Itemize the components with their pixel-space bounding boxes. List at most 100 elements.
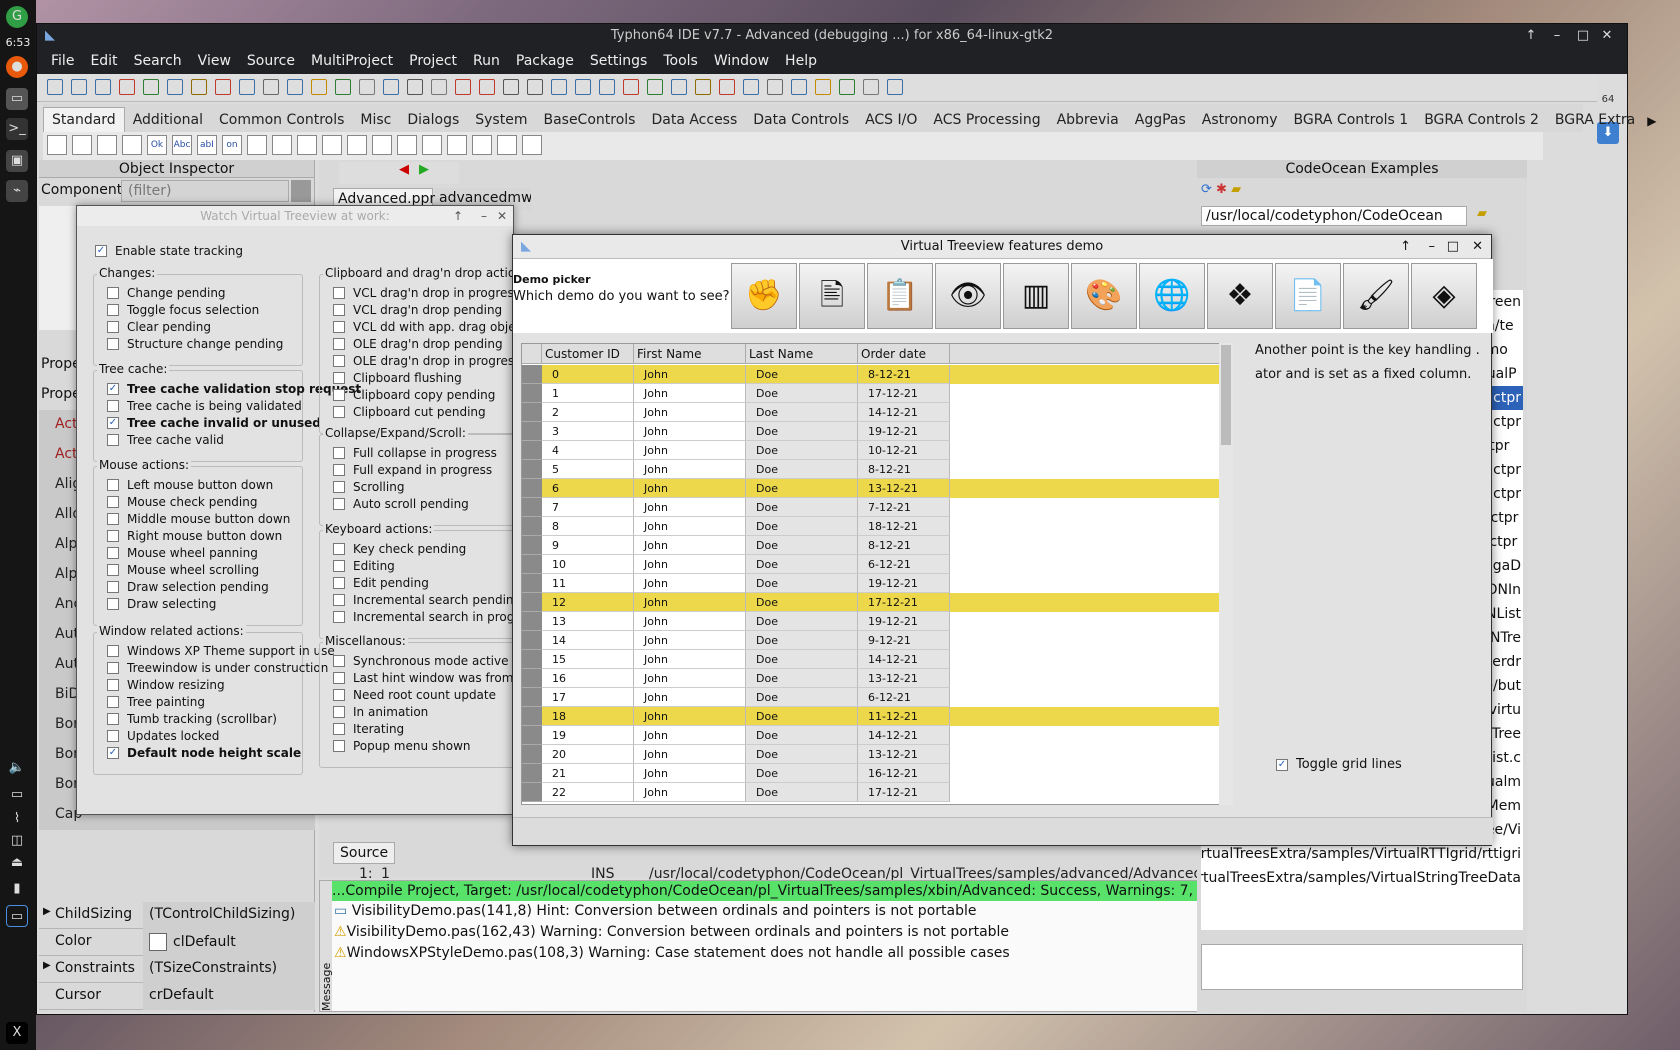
table-cell[interactable]: Doe xyxy=(746,460,858,479)
table-cell[interactable]: John xyxy=(634,422,746,441)
watch-state-checkbox[interactable]: Iterating xyxy=(333,722,404,736)
table-row[interactable]: 5 John Doe 8-12-21 xyxy=(522,460,1222,479)
menu-run[interactable]: Run xyxy=(465,53,508,69)
palette-component-icon[interactable] xyxy=(47,135,67,155)
minimize-icon[interactable]: – xyxy=(1429,235,1436,259)
table-cell[interactable]: 14-12-21 xyxy=(858,403,950,422)
toolbar-button-icon[interactable] xyxy=(287,79,303,95)
watch-state-checkbox[interactable]: Mouse wheel scrolling xyxy=(107,563,259,577)
message-item[interactable]: ⚠VisibilityDemo.pas(162,43) Warning: Con… xyxy=(334,924,1009,940)
checklist-demo-icon[interactable]: 📋 xyxy=(867,263,933,329)
watch-state-checkbox[interactable]: Full expand in progress xyxy=(333,463,492,477)
toolbar-button-icon[interactable] xyxy=(719,79,735,95)
toolbar-button-icon[interactable] xyxy=(599,79,615,95)
palette-component-icon[interactable] xyxy=(272,135,292,155)
checkbox[interactable] xyxy=(107,496,119,508)
volume-icon[interactable]: 🔈 xyxy=(6,757,28,779)
clip-icon[interactable]: ⌇ xyxy=(6,808,28,830)
palette-tab-system[interactable]: System xyxy=(467,108,535,132)
watch-state-checkbox[interactable]: VCL drag'n drop in progress xyxy=(333,286,520,300)
checkbox[interactable] xyxy=(107,645,119,657)
message-item[interactable]: ⚠WindowsXPStyleDemo.pas(108,3) Warning: … xyxy=(334,945,1010,961)
toolbar-button-icon[interactable] xyxy=(671,79,687,95)
table-cell[interactable]: John xyxy=(634,726,746,745)
toolbar-button-icon[interactable] xyxy=(359,79,375,95)
watch-state-checkbox[interactable]: Edit pending xyxy=(333,576,429,590)
table-cell[interactable]: 7-12-21 xyxy=(858,498,950,517)
checkbox[interactable] xyxy=(107,530,119,542)
table-cell[interactable]: John xyxy=(634,593,746,612)
table-cell[interactable]: 8 xyxy=(542,517,634,536)
terminal-icon[interactable]: >_ xyxy=(6,118,28,140)
table-row[interactable]: 18 John Doe 11-12-21 xyxy=(522,707,1222,726)
palette-component-icon[interactable] xyxy=(322,135,342,155)
display-icon[interactable]: ▭ xyxy=(6,784,28,806)
checkbox[interactable] xyxy=(333,655,345,667)
palette-tab-aggpas[interactable]: AggPas xyxy=(1127,108,1194,132)
table-cell[interactable]: Doe xyxy=(746,612,858,631)
watch-state-checkbox[interactable]: Draw selecting xyxy=(107,597,216,611)
toolbar-button-icon[interactable] xyxy=(887,79,903,95)
workspace-icon[interactable]: ▭ xyxy=(6,905,28,927)
table-cell[interactable]: 19-12-21 xyxy=(858,574,950,593)
checkbox[interactable] xyxy=(107,479,119,491)
table-row[interactable]: 6 John Doe 13-12-21 xyxy=(522,479,1222,498)
toolbar-button-icon[interactable] xyxy=(839,79,855,95)
toolbar-button-icon[interactable] xyxy=(239,79,255,95)
folder-icon[interactable]: ▰ xyxy=(1231,182,1241,197)
table-cell[interactable]: John xyxy=(634,612,746,631)
table-row[interactable]: 13 John Doe 19-12-21 xyxy=(522,612,1222,631)
checkbox[interactable] xyxy=(333,481,345,493)
filter-clear-icon[interactable] xyxy=(291,180,311,202)
palette-tab-data-access[interactable]: Data Access xyxy=(643,108,745,132)
toolbar-button-icon[interactable] xyxy=(119,79,135,95)
table-cell[interactable]: 9-12-21 xyxy=(858,631,950,650)
table-cell[interactable]: 16 xyxy=(542,669,634,688)
palette-component-icon[interactable] xyxy=(372,135,392,155)
maximize-icon[interactable]: □ xyxy=(1447,235,1459,259)
checkbox[interactable] xyxy=(107,400,119,412)
minimize-icon[interactable]: – xyxy=(1545,24,1569,48)
table-cell[interactable]: 19 xyxy=(542,726,634,745)
table-cell[interactable]: 17-12-21 xyxy=(858,384,950,403)
palette-tab-common-controls[interactable]: Common Controls xyxy=(211,108,352,132)
watch-state-checkbox[interactable]: Clipboard cut pending xyxy=(333,405,486,419)
battery-icon[interactable]: ▮ xyxy=(6,878,28,900)
palette-component-icon[interactable]: Abc xyxy=(172,135,192,155)
watch-state-checkbox[interactable]: Clipboard copy pending xyxy=(333,388,495,402)
properties-demo-icon[interactable]: 🖹 xyxy=(799,263,865,329)
table-cell[interactable]: Doe xyxy=(746,745,858,764)
checkbox[interactable] xyxy=(333,498,345,510)
table-cell[interactable]: Doe xyxy=(746,536,858,555)
watch-state-checkbox[interactable]: Last hint window was from VT xyxy=(333,671,533,685)
windows-xp-demo-icon[interactable]: ❖ xyxy=(1207,263,1273,329)
watch-state-checkbox[interactable]: VCL dd with app. drag object xyxy=(333,320,527,334)
toolbar-button-icon[interactable] xyxy=(623,79,639,95)
menu-window[interactable]: Window xyxy=(706,53,777,69)
table-row[interactable]: 22 John Doe 17-12-21 xyxy=(522,783,1222,802)
table-row[interactable]: 2 John Doe 14-12-21 xyxy=(522,403,1222,422)
palette-component-icon[interactable] xyxy=(397,135,417,155)
table-cell[interactable]: Doe xyxy=(746,384,858,403)
checkbox[interactable] xyxy=(333,464,345,476)
toolbar-button-icon[interactable] xyxy=(503,79,519,95)
table-cell[interactable]: Doe xyxy=(746,517,858,536)
tools-icon[interactable]: ✱ xyxy=(1216,182,1231,197)
watch-state-checkbox[interactable]: Updates locked xyxy=(107,729,219,743)
palette-tab-dialogs[interactable]: Dialogs xyxy=(399,108,467,132)
watch-state-checkbox[interactable]: OLE drag'n drop in progress xyxy=(333,354,520,368)
toolbar-button-icon[interactable] xyxy=(71,79,87,95)
table-cell[interactable]: John xyxy=(634,384,746,403)
paint-demo-icon[interactable]: 🖌 xyxy=(1343,263,1409,329)
text-demo-icon[interactable]: 📄 xyxy=(1275,263,1341,329)
palette-tab-acs-i-o[interactable]: ACS I/O xyxy=(857,108,925,132)
checkbox[interactable] xyxy=(333,389,345,401)
properties-tab[interactable]: Prope xyxy=(39,356,81,372)
palette-tab-astronomy[interactable]: Astronomy xyxy=(1194,108,1286,132)
checkbox[interactable] xyxy=(107,598,119,610)
table-cell[interactable]: John xyxy=(634,403,746,422)
table-cell[interactable]: Doe xyxy=(746,441,858,460)
table-cell[interactable]: John xyxy=(634,745,746,764)
checkbox[interactable] xyxy=(107,581,119,593)
table-cell[interactable]: 19-12-21 xyxy=(858,422,950,441)
